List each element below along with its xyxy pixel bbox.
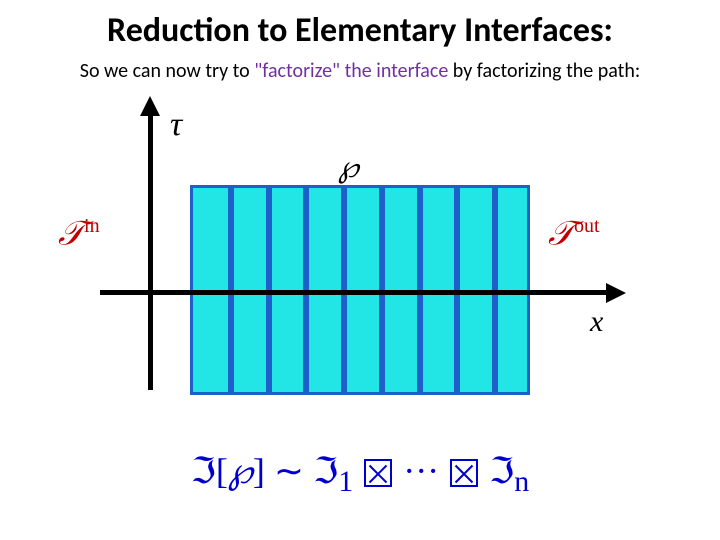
formula-subn: n <box>514 465 529 498</box>
formula-wp: ℘ <box>228 451 253 491</box>
label-t-out: 𝒯out <box>548 215 600 253</box>
arrow-up-icon <box>140 96 160 116</box>
label-wp: ℘ <box>338 150 359 185</box>
label-tau: τ <box>170 106 182 144</box>
subtitle-pre: So we can now try to <box>80 59 254 83</box>
boxtimes-icon <box>450 459 478 487</box>
formula-sim: ∼ <box>274 451 304 491</box>
formula-I-left: ℑ <box>191 451 216 491</box>
tout-base: 𝒯 <box>548 215 574 252</box>
label-x: x <box>590 305 603 339</box>
formula-dots: ··· <box>403 451 439 491</box>
label-t-in: 𝒯in <box>58 215 100 253</box>
diagram-area: τ ℘ 𝒯in 𝒯out x <box>70 100 650 420</box>
boxtimes-icon <box>364 459 392 487</box>
formula-sub1: 1 <box>338 465 353 498</box>
subtitle-post: by factorizing the path: <box>453 59 640 83</box>
tin-base: 𝒯 <box>58 215 84 252</box>
axis-x <box>100 290 610 295</box>
formula-I1: ℑ <box>313 451 338 491</box>
subtitle-mid: "factorize" the interface <box>254 59 453 83</box>
arrow-right-icon <box>606 283 626 303</box>
formula: ℑ[℘] ∼ ℑ1 ··· ℑn <box>0 450 720 499</box>
tout-sup: out <box>574 215 600 237</box>
tin-sup: in <box>84 215 100 237</box>
page-title: Reduction to Elementary Interfaces: <box>0 0 720 51</box>
axis-y <box>148 110 153 390</box>
subtitle: So we can now try to "factorize" the int… <box>0 51 720 83</box>
formula-In: ℑ <box>489 451 514 491</box>
